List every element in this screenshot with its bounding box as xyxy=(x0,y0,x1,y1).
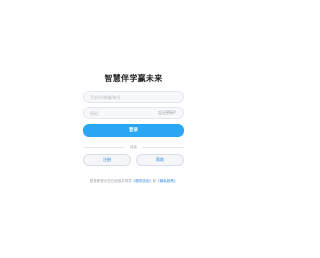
user-terms-link[interactable]: 《服务协议》 xyxy=(132,179,153,183)
login-page: 智慧伴学赢未来 忘记密码？ 登录 或者 注册 帮助 登录即表示您已阅读并同意《服… xyxy=(0,0,267,258)
divider-line-right xyxy=(142,147,184,148)
agreement-text: 登录即表示您已阅读并同意《服务协议》和《隐私政策》 xyxy=(0,178,267,184)
login-button[interactable]: 登录 xyxy=(83,124,184,137)
password-field[interactable]: 忘记密码？ xyxy=(83,107,184,119)
password-input[interactable] xyxy=(90,108,160,118)
account-field[interactable] xyxy=(83,91,184,103)
or-divider: 或者 xyxy=(83,144,184,150)
forgot-password-link[interactable]: 忘记密码？ xyxy=(158,110,178,116)
account-input[interactable] xyxy=(90,92,160,102)
register-button[interactable]: 注册 xyxy=(83,154,131,166)
page-title: 智慧伴学赢未来 xyxy=(104,74,163,83)
help-button[interactable]: 帮助 xyxy=(136,154,184,166)
privacy-policy-link[interactable]: 《隐私政策》 xyxy=(156,179,177,183)
agreement-prefix: 登录即表示您已阅读并同意 xyxy=(89,179,132,183)
